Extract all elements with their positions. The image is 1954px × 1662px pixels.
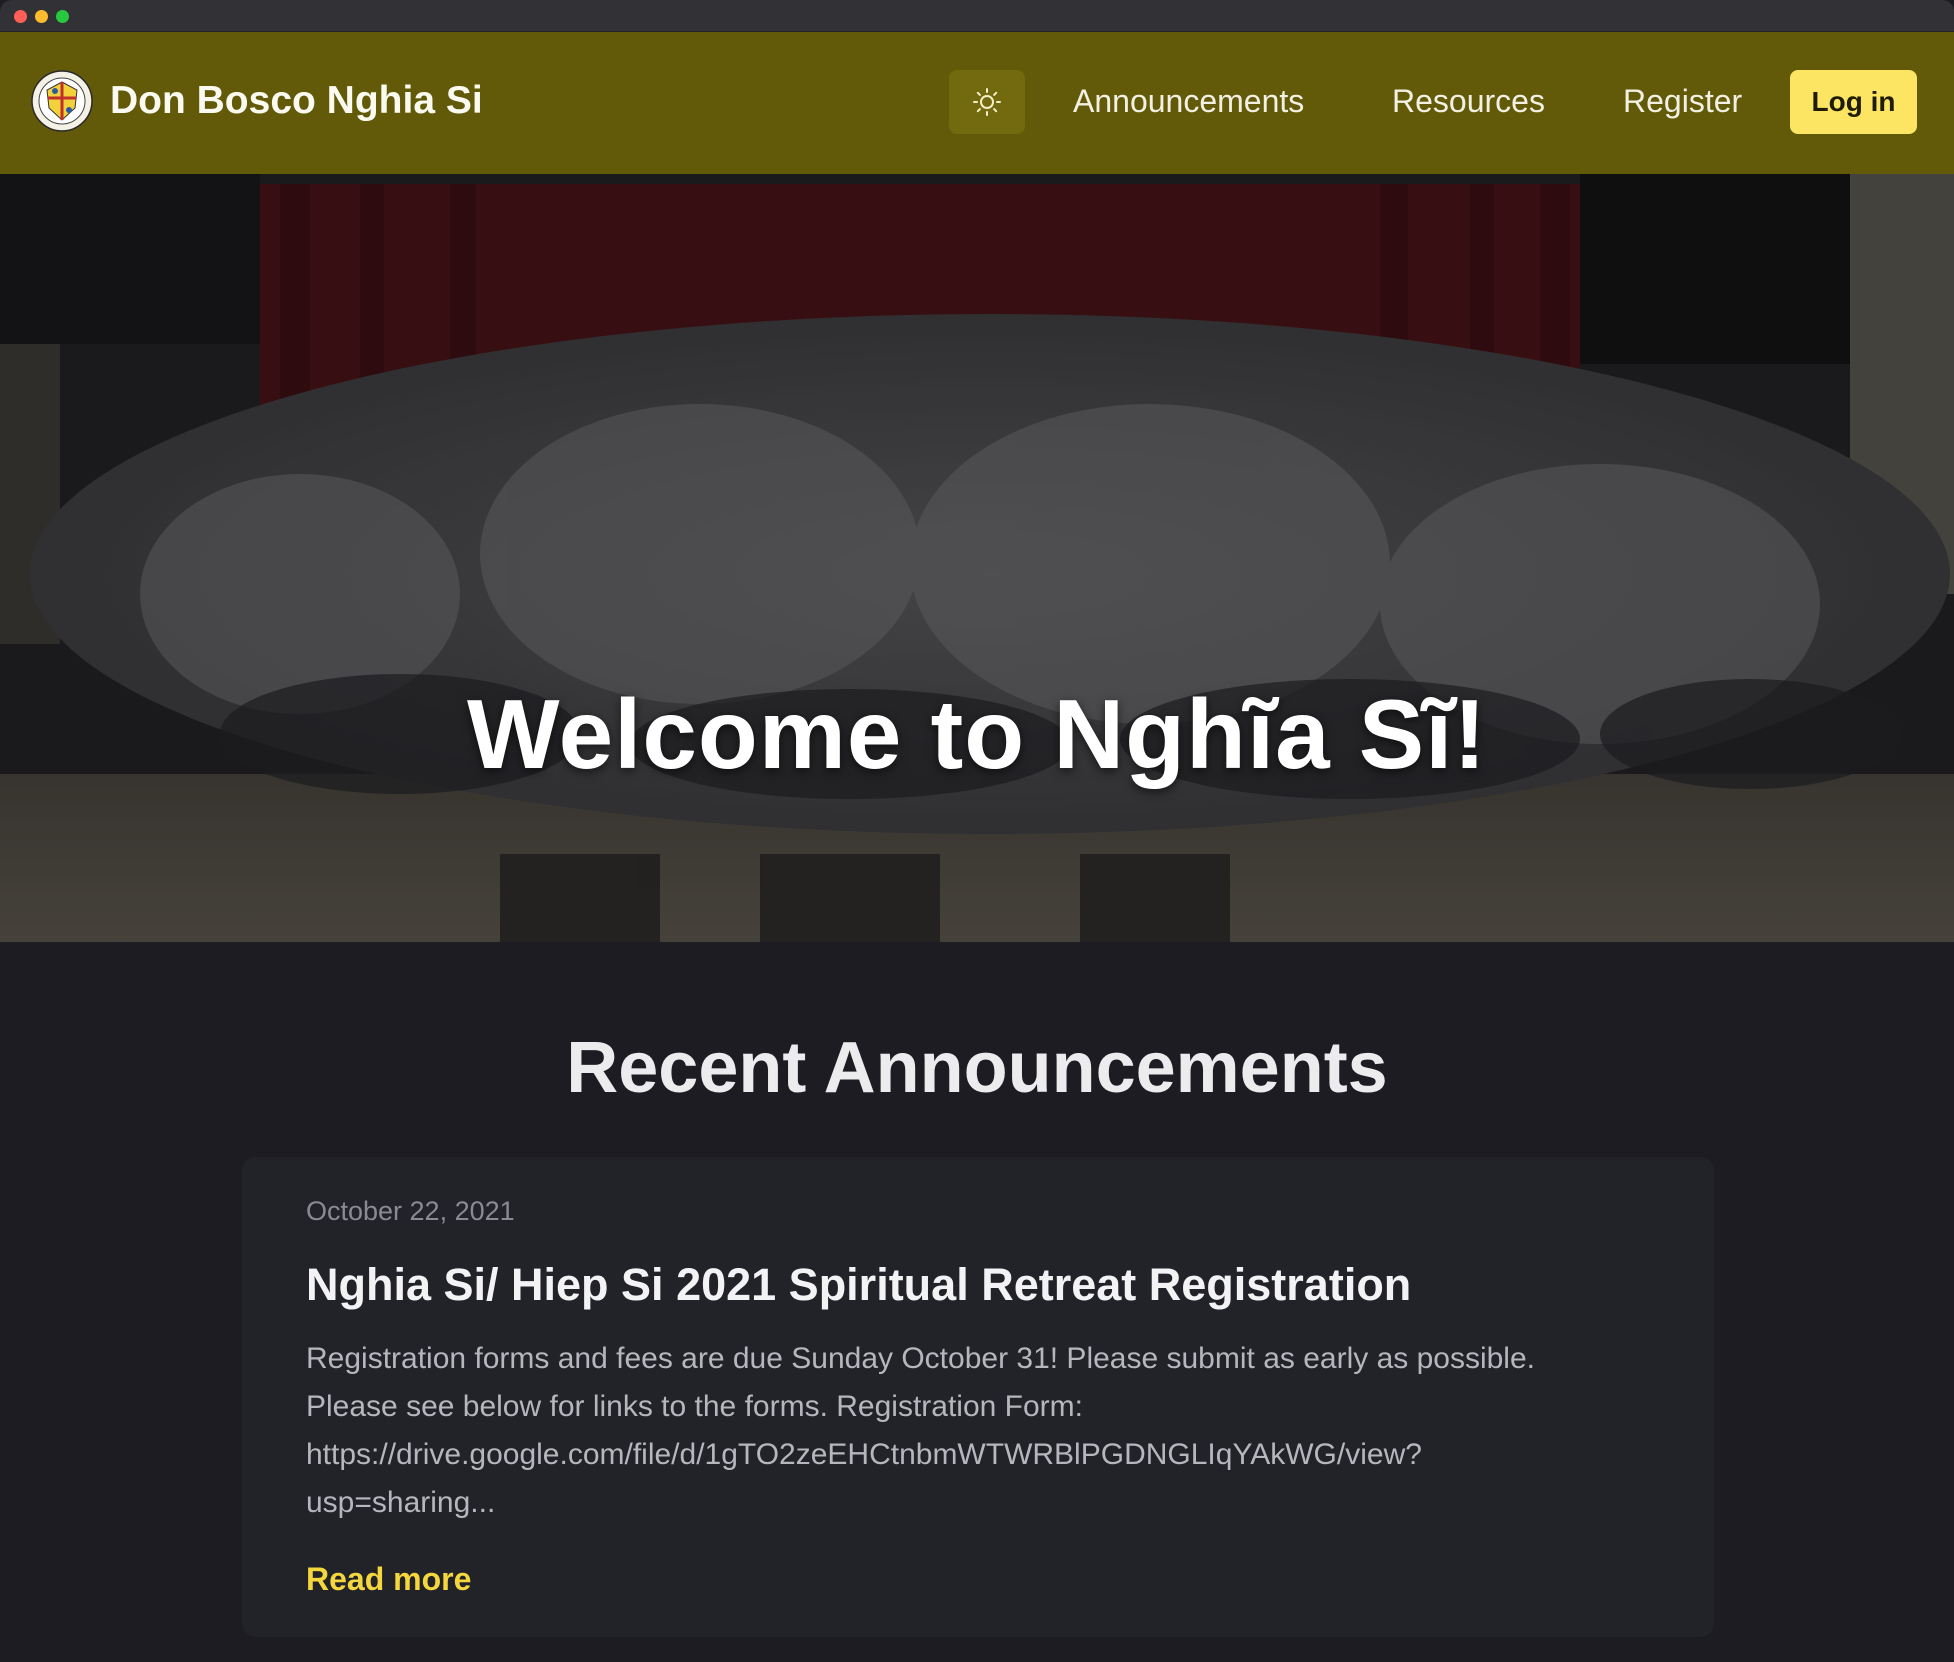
nav-link-register[interactable]: Register [1623, 78, 1742, 124]
read-more-link[interactable]: Read more [306, 1557, 471, 1601]
hero-banner: Welcome to Nghĩa Sĩ! [0, 174, 1954, 942]
announcement-excerpt: Registration forms and fees are due Sund… [306, 1335, 1676, 1527]
excerpt-line: https://drive.google.com/file/d/1gTO2zeE… [306, 1438, 1422, 1471]
window-titlebar [0, 0, 1954, 32]
nav-link-announcements[interactable]: Announcements [1073, 78, 1304, 124]
nav-link-resources[interactable]: Resources [1392, 78, 1545, 124]
announcement-date: October 22, 2021 [306, 1196, 515, 1226]
site-navbar: Don Bosco Nghia Si Announcements Resourc… [0, 32, 1954, 174]
excerpt-line: Registration forms and fees are due Sund… [306, 1342, 1535, 1375]
theme-toggle-button[interactable] [949, 70, 1025, 134]
login-button[interactable]: Log in [1790, 70, 1917, 134]
hero-title: Welcome to Nghĩa Sĩ! [466, 679, 1488, 789]
announcement-card: October 22, 2021 Nghia Si/ Hiep Si 2021 … [242, 1157, 1714, 1637]
minimize-window-button[interactable] [35, 10, 48, 23]
close-window-button[interactable] [14, 10, 27, 23]
site-title[interactable]: Don Bosco Nghia Si [110, 78, 483, 124]
maximize-window-button[interactable] [56, 10, 69, 23]
excerpt-line: Please see below for links to the forms.… [306, 1390, 1083, 1423]
excerpt-line: usp=sharing... [306, 1486, 496, 1519]
group-photo-image [0, 174, 1954, 942]
announcement-title[interactable]: Nghia Si/ Hiep Si 2021 Spiritual Retreat… [306, 1255, 1411, 1315]
crest-logo-icon[interactable] [31, 70, 93, 132]
sun-icon [973, 88, 1001, 116]
section-title: Recent Announcements [566, 1028, 1388, 1108]
browser-window: Don Bosco Nghia Si Announcements Resourc… [0, 0, 1954, 1662]
